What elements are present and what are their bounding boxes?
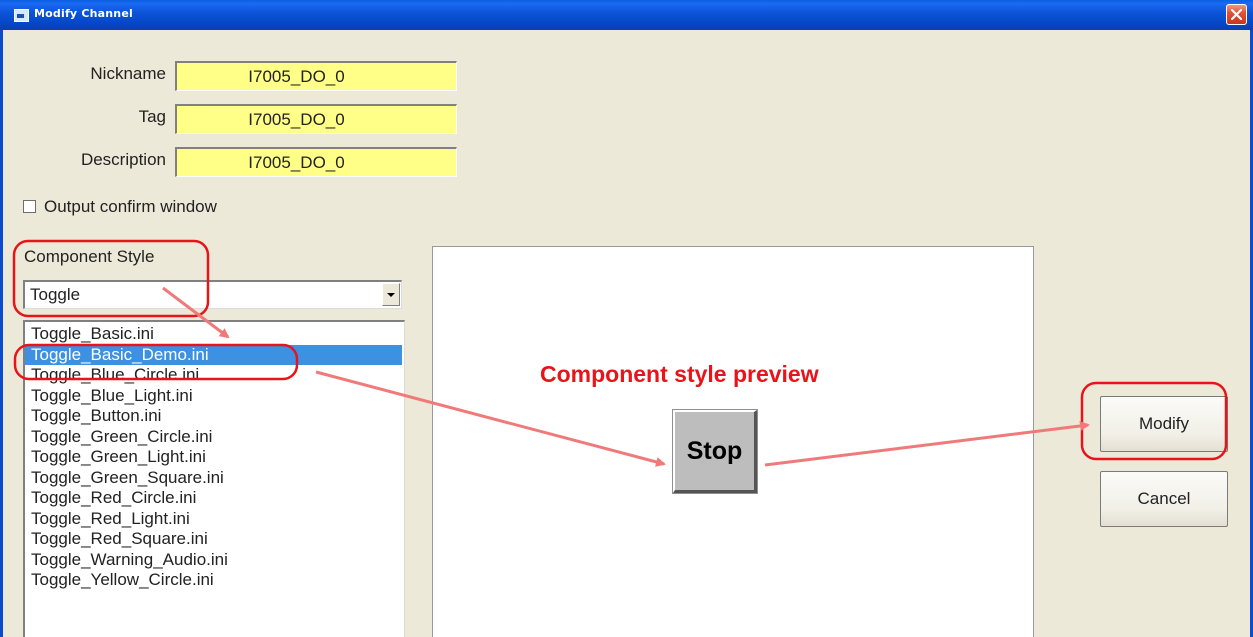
preview-stop-button[interactable]: Stop [672,409,758,494]
style-file-item[interactable]: Toggle_Basic_Demo.ini [25,344,402,365]
tag-label: Tag [138,107,166,126]
cancel-button[interactable]: Cancel [1100,471,1228,527]
style-file-item[interactable]: Toggle_Basic.ini [25,324,404,345]
style-file-item[interactable]: Toggle_Green_Square.ini [25,468,404,489]
output-confirm-row[interactable]: Output confirm window [23,197,217,217]
style-file-item[interactable]: Toggle_Red_Light.ini [25,509,404,530]
component-style-dropdown[interactable]: Toggle [23,280,402,309]
component-style-value: Toggle [30,285,81,304]
description-label: Description [80,150,166,169]
window-frame-left [0,30,3,637]
style-file-item[interactable]: Toggle_Red_Circle.ini [25,488,404,509]
style-file-item[interactable]: Toggle_Green_Circle.ini [25,427,404,448]
close-icon [1231,9,1242,20]
output-confirm-label: Output confirm window [44,197,217,216]
modify-channel-dialog: Modify Channel Nickname I7005_DO_0 Tag I… [0,0,1253,637]
nickname-field[interactable]: I7005_DO_0 [175,61,457,91]
window-title: Modify Channel [34,7,133,20]
style-file-item[interactable]: Toggle_Warning_Audio.ini [25,550,404,571]
close-button[interactable] [1226,4,1247,25]
style-file-listbox[interactable]: Toggle_Basic.ini Toggle_Basic_Demo.ini Tog… [23,320,405,637]
title-bar[interactable]: Modify Channel [0,0,1253,30]
preview-caption: Component style preview [540,361,819,387]
style-file-item[interactable]: Toggle_Yellow_Circle.ini [25,570,404,591]
output-confirm-checkbox[interactable] [23,200,36,214]
nickname-label: Nickname [90,64,166,83]
tag-field[interactable]: I7005_DO_0 [175,104,457,134]
style-file-item[interactable]: Toggle_Green_Light.ini [25,447,404,468]
chevron-down-icon[interactable] [382,283,400,306]
modify-button[interactable]: Modify [1100,396,1228,452]
component-style-label: Component Style [24,247,155,266]
style-file-item[interactable]: Toggle_Button.ini [25,406,404,427]
app-window-icon [14,9,29,22]
style-file-item[interactable]: Toggle_Blue_Circle.ini [25,365,404,386]
description-field[interactable]: I7005_DO_0 [175,147,457,177]
style-file-item[interactable]: Toggle_Red_Square.ini [25,529,404,550]
style-file-item[interactable]: Toggle_Blue_Light.ini [25,386,404,407]
